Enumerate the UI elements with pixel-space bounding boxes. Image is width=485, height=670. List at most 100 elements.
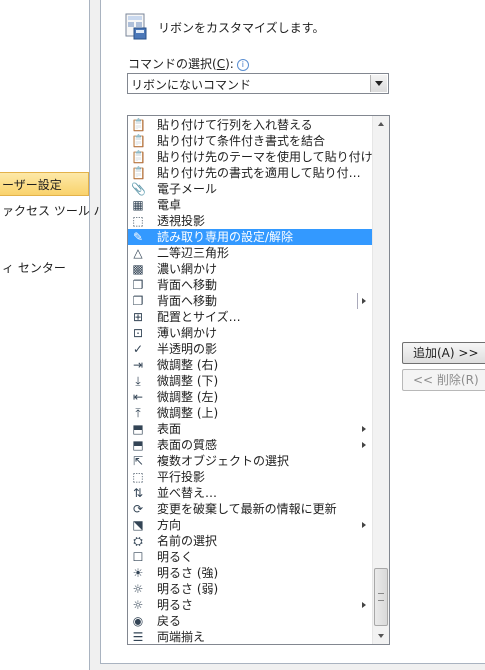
command-icon: 📋 [131, 150, 146, 164]
list-item[interactable]: ❐ 背面へ移動 [128, 293, 372, 309]
list-item[interactable]: ⟳ 変更を破棄して最新の情報に更新 [128, 501, 372, 517]
list-item-label: 表面の質感 [157, 438, 218, 452]
list-item-label: 電子メール [157, 182, 218, 196]
list-item-label: 明るさ (強) [157, 566, 219, 580]
customize-ribbon-icon [124, 12, 150, 45]
choose-commands-dropdown[interactable]: リボンにないコマンド [127, 73, 389, 94]
list-item-label: 配置とサイズ… [157, 310, 241, 324]
list-item[interactable]: ✎ 読み取り専用の設定/解除 [128, 229, 372, 245]
split-divider [357, 293, 358, 309]
command-icon: ▩ [132, 262, 144, 276]
command-icon: ❐ [132, 278, 144, 292]
command-icon: ▦ [132, 198, 144, 212]
list-item-label: 微調整 (右) [157, 358, 219, 372]
list-item-label: 名前の選択 [157, 534, 218, 548]
options-nav: ーザー設定 ァクセス ツール バー ィ センター [0, 0, 118, 670]
list-item-label: 戻る [157, 614, 182, 628]
list-item[interactable]: ⊞ 配置とサイズ… [128, 309, 372, 325]
command-icon: 📋 [131, 134, 146, 148]
info-icon[interactable]: i [236, 59, 249, 71]
list-item-label: 表面 [157, 422, 182, 436]
list-item[interactable]: ▩ 濃い網かけ [128, 261, 372, 277]
list-item[interactable]: ⬚ 平行投影 [128, 469, 372, 485]
command-icon: ⬔ [132, 518, 144, 532]
command-icon: ☐ [132, 550, 144, 564]
chevron-down-icon[interactable] [370, 75, 387, 92]
list-item-label: 貼り付けて条件付き書式を結合 [157, 134, 326, 148]
list-item-label: 微調整 (上) [157, 406, 219, 420]
command-icon: ⇤ [132, 390, 144, 404]
list-item[interactable]: 📋 貼り付けて行列を入れ替える [128, 117, 372, 133]
list-item-label: 微調整 (左) [157, 390, 219, 404]
command-icon: ☼ [132, 598, 144, 612]
list-item[interactable]: ☐ 明るく [128, 549, 372, 565]
command-icon: ✓ [132, 342, 144, 356]
list-item[interactable]: ⤒ 微調整 (上) [128, 405, 372, 421]
command-icon: ❐ [132, 294, 144, 308]
list-item[interactable]: ⬒ 表面の質感 [128, 437, 372, 453]
submenu-arrow-icon[interactable] [362, 426, 366, 432]
choose-commands-label: コマンドの選択(C): i [128, 55, 249, 72]
command-icon: ⬒ [132, 438, 144, 452]
list-item-label: 方向 [157, 518, 182, 532]
list-item[interactable]: ◉ 戻る [128, 613, 372, 629]
scroll-thumb[interactable] [374, 568, 388, 626]
list-item-label: 両端揃え [157, 630, 206, 644]
submenu-arrow-icon[interactable] [362, 298, 366, 304]
list-item-label: 薄い網かけ [157, 326, 218, 340]
list-item[interactable]: ❐ 背面へ移動 [128, 277, 372, 293]
commands-listbox[interactable]: 📋 貼り付けて行列を入れ替える 📋 貼り付けて条件付き書式を結合 📋 貼り付け先のテーマを… [127, 115, 390, 645]
remove-button[interactable]: << 削除(R) [402, 369, 485, 391]
list-item[interactable]: ✓ 半透明の影 [128, 341, 372, 357]
scroll-down-icon[interactable] [373, 628, 389, 644]
command-icon: 📎 [131, 182, 146, 196]
scroll-up-icon[interactable] [373, 116, 389, 132]
list-item[interactable]: ⇱ 複数オブジェクトの選択 [128, 453, 372, 469]
list-item[interactable]: ☀ 明るさ (強) [128, 565, 372, 581]
list-item[interactable]: 📋 貼り付け先のテーマを使用して貼り付け [128, 149, 373, 165]
list-item-label: 貼り付けて行列を入れ替える [157, 118, 313, 132]
list-item[interactable]: ☼ 明るさ [128, 597, 372, 613]
list-item-label: 平行投影 [157, 470, 206, 484]
list-item[interactable]: ⊡ 薄い網かけ [128, 325, 372, 341]
list-item-label: 透視投影 [157, 214, 206, 228]
list-item-label: 電卓 [157, 198, 182, 212]
nav-item-customize-ribbon[interactable]: ーザー設定 [0, 172, 89, 196]
list-item[interactable]: ⛭ 名前の選択 [128, 533, 372, 549]
list-item-label: 複数オブジェクトの選択 [157, 454, 290, 468]
vertical-scrollbar[interactable] [372, 116, 389, 644]
list-item[interactable]: ⬔ 方向 [128, 517, 372, 533]
command-icon: 📋 [131, 118, 146, 132]
dropdown-value: リボンにないコマンド [131, 78, 252, 92]
list-item-label: 背面へ移動 [157, 294, 218, 308]
command-icon: ◉ [132, 614, 144, 628]
submenu-arrow-icon[interactable] [362, 442, 366, 448]
list-item[interactable]: ⇅ 並べ替え… [128, 485, 372, 501]
list-item-label: 明るさ [157, 598, 194, 612]
list-item[interactable]: ☼ 明るさ (弱) [128, 581, 372, 597]
list-item-label: 変更を破棄して最新の情報に更新 [157, 502, 337, 516]
list-item[interactable]: ⬒ 表面 [128, 421, 372, 437]
list-item[interactable]: 📋 貼り付けて条件付き書式を結合 [128, 133, 372, 149]
list-item-label: 並べ替え… [157, 486, 218, 500]
list-item-label: 二等辺三角形 [157, 246, 230, 260]
list-item[interactable]: ⇥ 微調整 (右) [128, 357, 372, 373]
list-item-label: 読み取り専用の設定/解除 [157, 230, 294, 244]
list-item[interactable]: ▦ 電卓 [128, 197, 372, 213]
list-item[interactable]: △ 二等辺三角形 [128, 245, 372, 261]
submenu-arrow-icon[interactable] [362, 602, 366, 608]
add-button[interactable]: 追加(A) >> [402, 342, 485, 364]
command-icon: ⬚ [132, 470, 144, 484]
command-icon: ✎ [132, 230, 144, 244]
command-icon: ⇥ [132, 358, 144, 372]
list-item[interactable]: 📋 貼り付け先の書式を適用して貼り付… [128, 165, 372, 181]
list-item[interactable]: 📎 電子メール [128, 181, 372, 197]
list-item[interactable]: ⇤ 微調整 (左) [128, 389, 372, 405]
submenu-arrow-icon[interactable] [362, 522, 366, 528]
list-item[interactable]: ⤓ 微調整 (下) [128, 373, 372, 389]
nav-item-trust-center[interactable]: ィ センター [0, 256, 66, 280]
command-icon: ⇅ [132, 486, 144, 500]
list-item[interactable]: ⬚ 透視投影 [128, 213, 372, 229]
page-title: リボンをカスタマイズします。 [158, 21, 325, 35]
list-item[interactable]: ☰ 両端揃え [128, 629, 372, 644]
